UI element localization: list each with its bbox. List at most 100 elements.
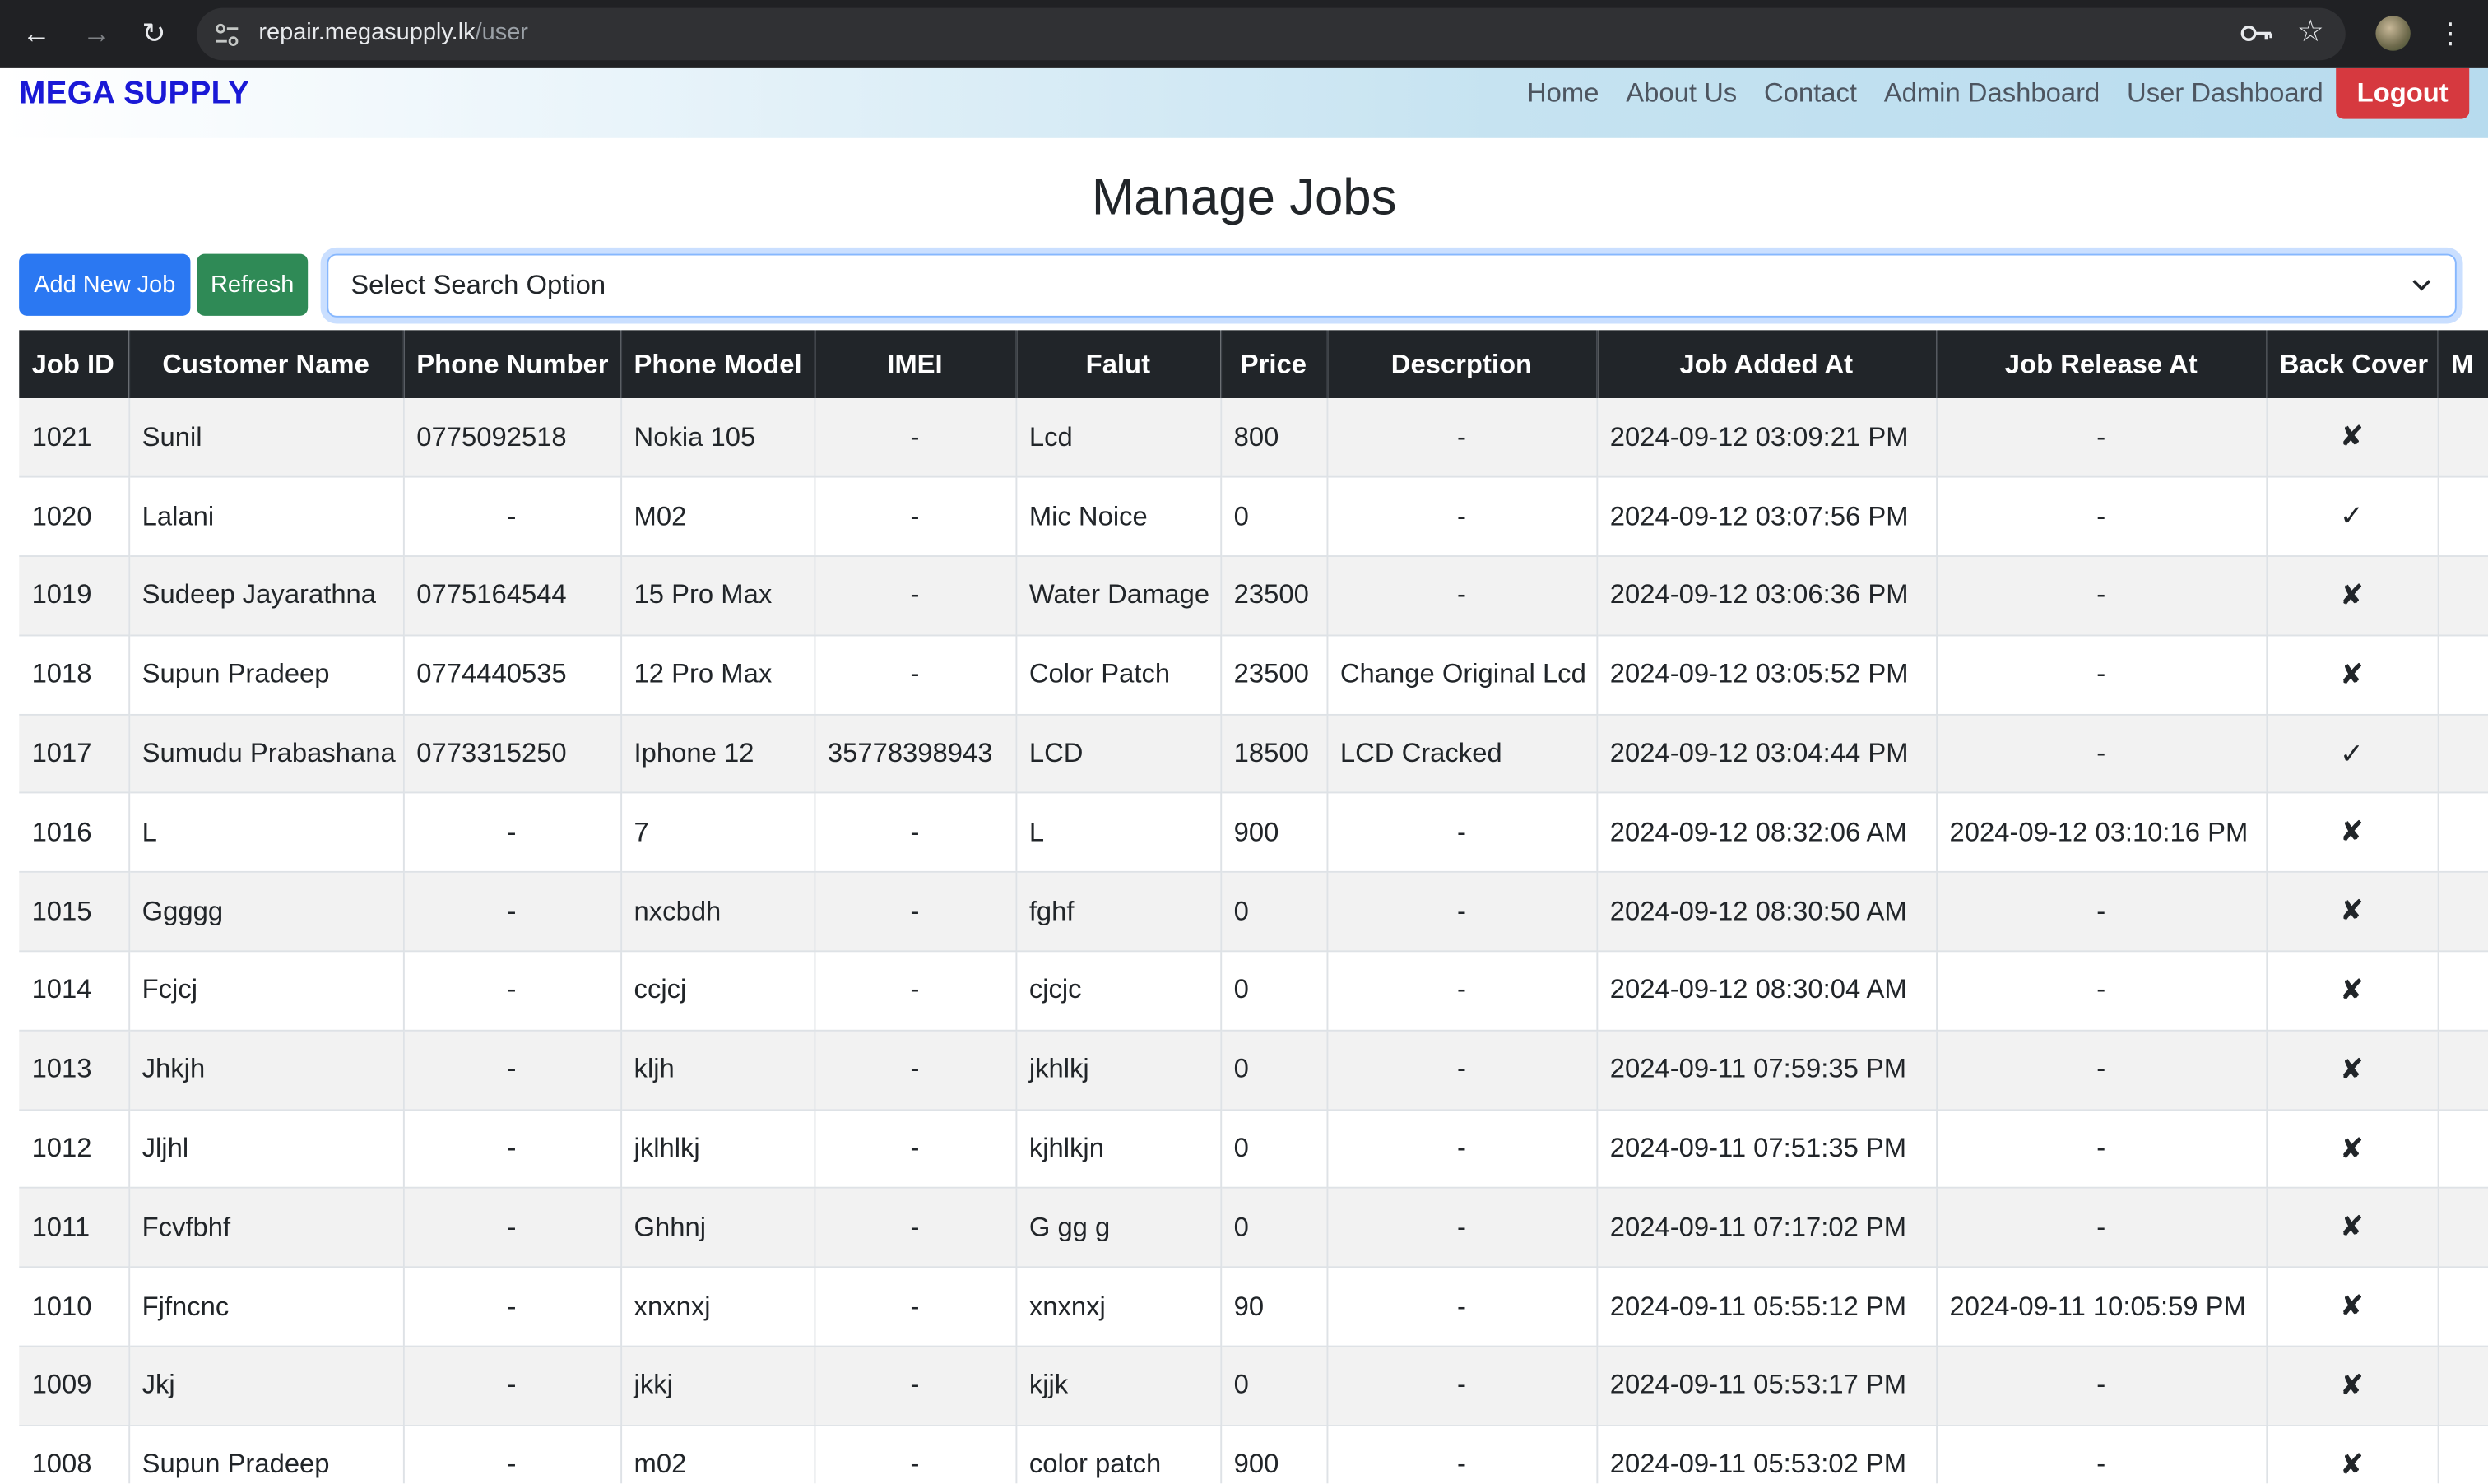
cell-phone-model: M02 (620, 477, 815, 558)
table-row[interactable]: 1021 Sunil 0775092518 Nokia 105- Lcd 800-2024… (19, 398, 2488, 479)
cell-job-added-at: 2024-09-11 05:53:02 PM (1596, 1425, 1938, 1484)
cell-job-added-at: 2024-09-12 03:09:21 PM (1596, 398, 1938, 479)
back-arrow-icon[interactable]: ← (16, 12, 57, 53)
header-price: Price (1220, 330, 1328, 399)
cell-phone-model: 15 Pro Max (620, 556, 815, 637)
cell-phone-number: 0773315250 (402, 714, 622, 795)
cell-imei: - (814, 951, 1017, 1032)
cell-back-cover: ✘ (2266, 556, 2439, 637)
table-row[interactable]: 1018 Supun Pradeep 0774440535 12 Pro Max - Co… (19, 635, 2488, 716)
cell-description: - (1326, 872, 1598, 953)
cell-customer-name: Jhkjh (128, 1030, 404, 1111)
cell-imei: - (814, 1425, 1017, 1484)
url-path: /user (475, 19, 528, 46)
cell-description: - (1326, 1425, 1598, 1484)
table-row[interactable]: 1010 Fjfncnc - xnxnxj - xnxnxj 90-2024-09-11 0… (19, 1267, 2488, 1347)
cell-job-added-at: 2024-09-11 07:51:35 PM (1596, 1109, 1938, 1190)
nav-admin-dashboard[interactable]: Admin Dashboard (1884, 78, 2100, 110)
cell-imei: 35778398943 (814, 714, 1017, 795)
nav-contact[interactable]: Contact (1764, 78, 1857, 110)
cell-job-added-at: 2024-09-11 07:59:35 PM (1596, 1030, 1938, 1111)
table-row[interactable]: 1008 Supun Pradeep - m02- color patch 900-202… (19, 1425, 2488, 1484)
search-option-select[interactable]: Select Search Option (327, 253, 2457, 318)
cell-imei: - (814, 477, 1017, 558)
profile-avatar[interactable] (2375, 16, 2411, 51)
cell-description: - (1326, 951, 1598, 1032)
cell-job-id: 1014 (19, 951, 130, 1032)
bookmark-star-icon[interactable]: ☆ (2293, 12, 2328, 53)
cell-price: 900 (1220, 1425, 1328, 1484)
cell-phone-number: - (402, 1030, 622, 1111)
cell-job-release-at: - (1936, 1109, 2268, 1190)
table-row[interactable]: 1012 Jljhl - jklhlkj - kjhlkjn 0-2024-09-11 07… (19, 1109, 2488, 1190)
cell-price: 0 (1220, 951, 1328, 1032)
cell-customer-name: Supun Pradeep (128, 1425, 404, 1484)
reload-icon[interactable]: ↻ (133, 12, 174, 53)
cell-back-cover: ✘ (2266, 398, 2439, 479)
cell-customer-name: L (128, 793, 404, 874)
cell-back-cover: ✘ (2266, 951, 2439, 1032)
forward-arrow-icon[interactable]: → (77, 12, 118, 53)
cell-job-added-at: 2024-09-11 05:53:17 PM (1596, 1346, 1938, 1426)
cell-job-id: 1010 (19, 1267, 130, 1347)
table-row[interactable]: 1019 Sudeep Jayarathna 0775164544 15 Pro Ma… (19, 556, 2488, 637)
cell-price: 0 (1220, 872, 1328, 953)
cell-price: 0 (1220, 1188, 1328, 1268)
cell-imei: - (814, 872, 1017, 953)
cell-fault: Water Damage (1015, 556, 1222, 637)
cell-job-id: 1015 (19, 872, 130, 953)
nav-about-us[interactable]: About Us (1626, 78, 1737, 110)
table-row[interactable]: 1014 Fcjcj - ccjcj - cjcjc 0-2024-09-12 08:30:… (19, 951, 2488, 1032)
table-row[interactable]: 1009 Jkj - jkkj - kjjk 0-2024-09-11 05:53:17 P… (19, 1346, 2488, 1426)
table-row[interactable]: 1020 Lalani - M02- Mic Noice 0-2024-09-12 03:… (19, 477, 2488, 558)
table-row[interactable]: 1013 Jhkjh - kljh - jkhlkj 0-2024-09-11 07:59:… (19, 1030, 2488, 1111)
cell-back-cover: ✓ (2266, 477, 2439, 558)
table-row[interactable]: 1016 L -7- L 900-2024-09-12 08:32:06 AM 2024-… (19, 793, 2488, 874)
cell-phone-model: jklhlkj (620, 1109, 815, 1190)
cell-fault: fghf (1015, 872, 1222, 953)
cell-back-cover: ✘ (2266, 1109, 2439, 1190)
cell-fault: xnxnxj (1015, 1267, 1222, 1347)
cell-job-release-at: 2024-09-12 03:10:16 PM (1936, 793, 2268, 874)
cell-price: 23500 (1220, 556, 1328, 637)
cell-more (2437, 477, 2488, 558)
site-info-icon[interactable] (212, 21, 241, 49)
cell-phone-number: - (402, 872, 622, 953)
cell-phone-number: - (402, 793, 622, 874)
cell-more (2437, 1109, 2488, 1190)
cell-customer-name: Sumudu Prabashana (128, 714, 404, 795)
cell-description: - (1326, 1030, 1598, 1111)
cell-customer-name: Fcjcj (128, 951, 404, 1032)
cell-more (2437, 635, 2488, 716)
logout-button[interactable]: Logout (2336, 67, 2470, 119)
cell-more (2437, 872, 2488, 953)
more-menu-icon[interactable]: ⋮ (2435, 12, 2467, 53)
cell-price: 0 (1220, 1030, 1328, 1111)
header-job-id: Job ID (19, 330, 130, 399)
cell-job-id: 1016 (19, 793, 130, 874)
cell-job-id: 1017 (19, 714, 130, 795)
cell-customer-name: Sunil (128, 398, 404, 479)
cell-job-id: 1018 (19, 635, 130, 716)
cell-phone-model: ccjcj (620, 951, 815, 1032)
cell-imei: - (814, 1109, 1017, 1190)
nav-user-dashboard[interactable]: User Dashboard (2127, 78, 2323, 110)
table-row[interactable]: 1017 Sumudu Prabashana 0773315250 Iphone 12… (19, 714, 2488, 795)
cell-phone-model: m02 (620, 1425, 815, 1484)
cell-price: 23500 (1220, 635, 1328, 716)
refresh-button[interactable]: Refresh (197, 253, 309, 316)
password-key-icon[interactable] (2240, 19, 2274, 48)
cell-job-id: 1020 (19, 477, 130, 558)
cell-phone-number: - (402, 1346, 622, 1426)
cell-imei: - (814, 635, 1017, 716)
cell-fault: color patch (1015, 1425, 1222, 1484)
add-new-job-button[interactable]: Add New Job (19, 253, 191, 316)
brand-logo[interactable]: MEGA SUPPLY (19, 68, 249, 119)
header-phone-model: Phone Model (620, 330, 815, 399)
nav-home[interactable]: Home (1527, 78, 1599, 110)
header-imei: IMEI (814, 330, 1017, 399)
cell-phone-model: Ghhnj (620, 1188, 815, 1268)
table-row[interactable]: 1011 Fcvfbhf - Ghhnj - G gg g 0-2024-09-11 07:… (19, 1188, 2488, 1268)
cell-job-release-at: - (1936, 872, 2268, 953)
table-row[interactable]: 1015 Ggggg - nxcbdh - fghf 0-2024-09-12 08:30:… (19, 872, 2488, 953)
